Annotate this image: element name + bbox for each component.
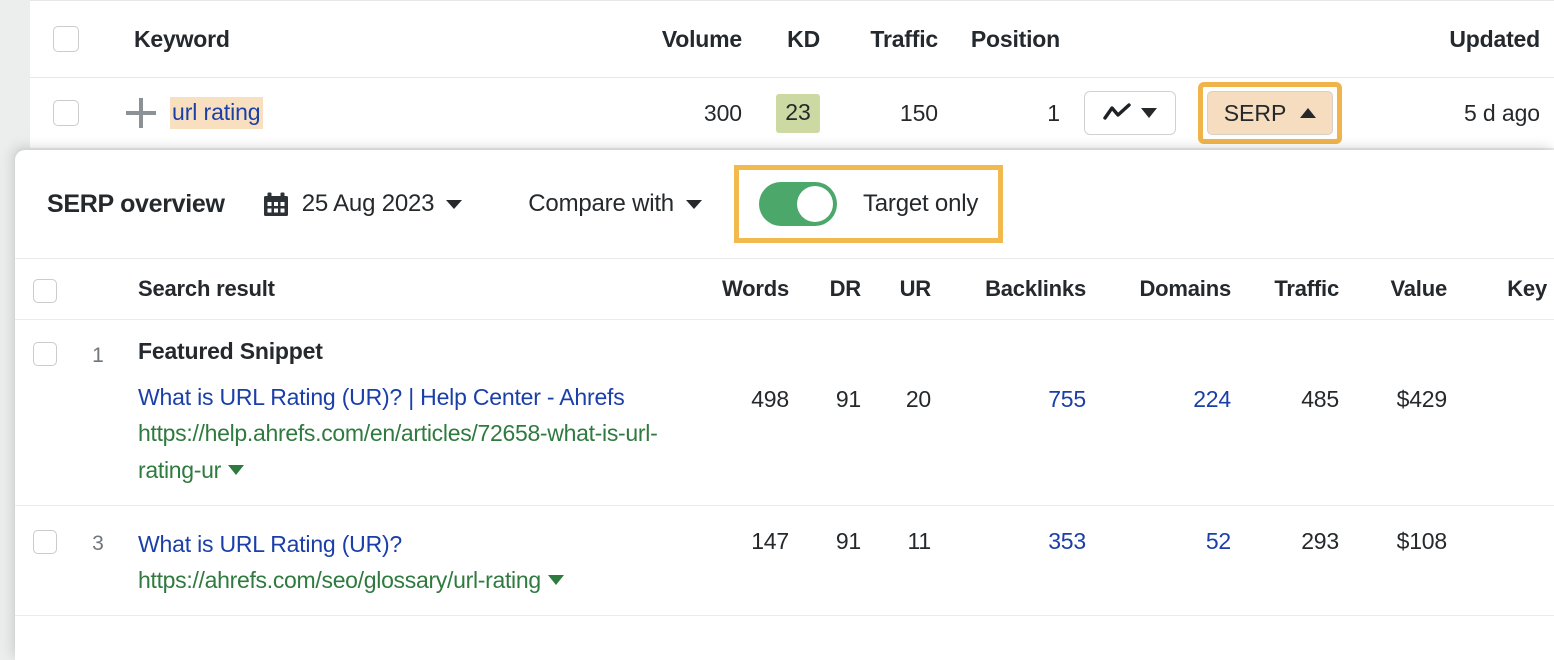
volume-value: 300 [622,100,742,127]
keyword-link[interactable]: url rating [170,97,263,129]
serp-row-content: What is URL Rating (UR)? https://ahrefs.… [121,526,681,599]
serp-header-position-spacer [75,286,121,292]
keyword-table-header: Keyword Volume KD Traffic Position Updat… [30,0,1554,78]
serp-domains-value[interactable]: 224 [1086,338,1231,413]
serp-dr-value: 91 [789,338,861,413]
traffic-value: 150 [820,100,938,127]
serp-column-header-words[interactable]: Words [681,276,789,302]
kd-badge: 23 [776,94,820,133]
serp-panel-title: SERP overview [47,190,225,219]
serp-panel-header: SERP overview 25 Aug 2023 Compare with T… [15,150,1554,258]
serp-button[interactable]: SERP [1207,91,1334,135]
keyword-row: url rating 300 23 150 1 SERP 5 d ago [30,78,1554,148]
position-value: 1 [938,100,1060,127]
select-all-checkbox[interactable] [53,26,79,52]
chevron-down-icon [446,200,462,209]
serp-row-checkbox[interactable] [33,530,57,554]
column-header-updated[interactable]: Updated [1340,26,1554,53]
toggle-knob [797,186,833,222]
serp-result-row: 1 Featured Snippet What is URL Rating (U… [15,320,1554,506]
updated-value: 5 d ago [1340,100,1554,127]
serp-select-all-checkbox[interactable] [33,279,57,303]
serp-row-position: 3 [75,526,121,556]
target-only-label: Target only [863,190,978,218]
serp-words-value: 498 [681,338,789,413]
chevron-up-icon [1300,108,1316,118]
serp-overview-panel: SERP overview 25 Aug 2023 Compare with T… [15,150,1554,660]
target-only-highlight: Target only [734,165,1003,243]
serp-value-value: $429 [1339,338,1447,413]
serp-traffic-value: 293 [1231,526,1339,555]
serp-value-value: $108 [1339,526,1447,555]
plus-icon[interactable] [126,98,156,128]
serp-row-position: 1 [75,338,121,368]
serp-column-header-ur[interactable]: UR [861,276,931,302]
featured-snippet-badge: Featured Snippet [138,338,681,365]
serp-column-header-domains[interactable]: Domains [1086,276,1231,302]
chevron-down-icon [686,200,702,209]
chevron-down-icon[interactable] [228,465,244,475]
serp-dr-value: 91 [789,526,861,555]
target-only-toggle[interactable] [759,182,837,226]
serp-traffic-value: 485 [1231,338,1339,413]
serp-column-header-keywords[interactable]: Key [1447,276,1551,302]
serp-ur-value: 11 [861,526,931,555]
calendar-icon [263,192,289,217]
serp-result-row: 3 What is URL Rating (UR)? https://ahref… [15,506,1554,616]
chevron-down-icon [1141,108,1157,118]
date-picker[interactable]: 25 Aug 2023 [302,190,463,218]
row-checkbox[interactable] [53,100,79,126]
serp-result-url[interactable]: https://ahrefs.com/seo/glossary/url-rati… [138,567,541,593]
column-header-kd[interactable]: KD [742,26,820,53]
serp-table-header: Search result Words DR UR Backlinks Doma… [15,258,1554,320]
serp-column-header-backlinks[interactable]: Backlinks [931,276,1086,302]
serp-button-label: SERP [1224,100,1287,127]
serp-domains-value[interactable]: 52 [1086,526,1231,555]
column-header-keyword[interactable]: Keyword [102,26,622,53]
serp-button-highlight: SERP [1198,82,1343,144]
serp-column-header-traffic[interactable]: Traffic [1231,276,1339,302]
kd-cell: 23 [742,94,820,133]
compare-with-dropdown[interactable]: Compare with [528,190,702,218]
column-header-volume[interactable]: Volume [622,26,742,53]
date-picker-value: 25 Aug 2023 [302,190,435,218]
serp-select-all-cell [15,275,75,303]
serp-result-title-link[interactable]: What is URL Rating (UR)? [138,526,681,562]
keyword-cell: url rating [102,97,622,129]
serp-column-header-search-result[interactable]: Search result [121,276,681,302]
column-header-position[interactable]: Position [938,26,1060,53]
column-header-traffic[interactable]: Traffic [820,26,938,53]
chevron-down-icon[interactable] [548,575,564,585]
serp-words-value: 147 [681,526,789,555]
serp-row-checkbox[interactable] [33,342,57,366]
serp-backlinks-value[interactable]: 755 [931,338,1086,413]
serp-column-header-value[interactable]: Value [1339,276,1447,302]
select-all-cell [30,26,102,52]
keyword-table: Keyword Volume KD Traffic Position Updat… [30,0,1554,148]
serp-cell: SERP [1200,82,1340,144]
serp-row-select-cell [15,338,75,366]
serp-row-content: Featured Snippet What is URL Rating (UR)… [121,338,681,489]
row-select-cell [30,100,102,126]
chart-dropdown-button[interactable] [1084,91,1176,135]
serp-result-url[interactable]: https://help.ahrefs.com/en/articles/7265… [138,420,657,483]
serp-result-title-link[interactable]: What is URL Rating (UR)? | Help Center -… [138,379,681,415]
compare-with-label: Compare with [528,190,674,218]
serp-ur-value: 20 [861,338,931,413]
line-chart-icon [1103,103,1131,123]
serp-backlinks-value[interactable]: 353 [931,526,1086,555]
serp-row-select-cell [15,526,75,554]
chart-cell [1060,91,1200,135]
serp-column-header-dr[interactable]: DR [789,276,861,302]
